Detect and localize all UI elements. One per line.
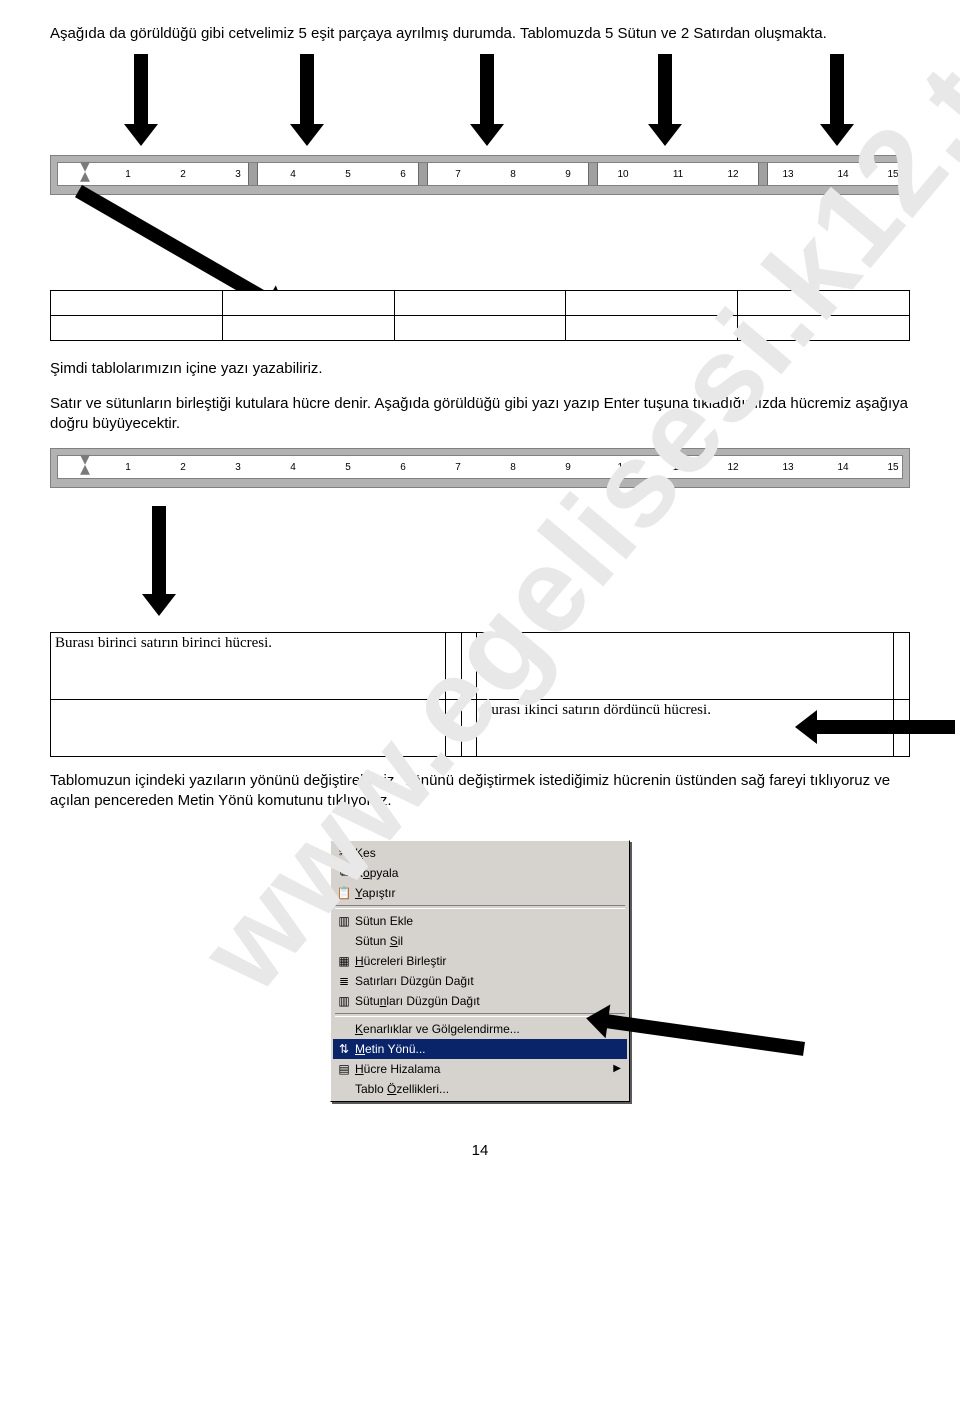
page-number: 14: [50, 1142, 910, 1159]
ruler-tick: 7: [453, 163, 463, 185]
ruler-tick: 2: [178, 163, 188, 185]
merge-cells-icon: ▦: [333, 954, 355, 968]
menu-item-insert-column[interactable]: ▥ Sütun Ekle: [333, 911, 627, 931]
ruler-tick: 9: [563, 456, 573, 478]
paragraph-2: Şimdi tablolarımızın içine yazı yazabili…: [50, 359, 910, 379]
submenu-arrow-icon: ▶: [613, 1063, 621, 1074]
copy-icon: ⧉: [333, 865, 355, 880]
arrow-left-icon: [605, 1014, 805, 1056]
ruler-tick: 3: [233, 456, 243, 478]
ruler-tick: 13: [783, 163, 793, 185]
menu-label: Satırları Düzgün Dağıt: [355, 974, 627, 988]
ruler-tick: 5: [343, 456, 353, 478]
paragraph-3: Satır ve sütunların birleştiği kutulara …: [50, 394, 910, 435]
indent-marker-icon: ▾▴: [80, 454, 90, 474]
menu-separator: [335, 1013, 625, 1017]
ruler-tick: 13: [783, 456, 793, 478]
indent-marker-icon: ▾▴: [80, 161, 90, 181]
column-divider-icon: [588, 163, 598, 185]
ruler-tick: 15: [888, 163, 898, 185]
menu-label: Sütun Ekle: [355, 914, 627, 928]
menu-item-table-properties[interactable]: Tablo Özellikleri... Tablo Özellikleri..…: [333, 1079, 627, 1099]
arrow-down-icon: [480, 54, 494, 126]
paste-icon: 📋: [333, 886, 355, 900]
scissors-icon: ✂: [333, 846, 355, 860]
distribute-columns-icon: ▥: [333, 994, 355, 1008]
ruler-tick: 2: [178, 456, 188, 478]
column-divider-icon: [418, 163, 428, 185]
arrow-down-icon: [134, 54, 148, 126]
menu-item-borders-shading[interactable]: Kenarlıklar ve Gölgelendirme... Kenarlık…: [333, 1019, 627, 1039]
menu-item-text-direction[interactable]: ⇅ Metin Yönü... Metin Yönü...: [333, 1039, 627, 1059]
column-divider-icon: [758, 163, 768, 185]
ruler-tick: 14: [838, 163, 848, 185]
empty-table-1: [50, 290, 910, 341]
ruler-tick: 12: [728, 163, 738, 185]
ruler-1: ▾▴ 1 2 3 4 5 6 7 8 9 10 11 12 13 14 15: [50, 155, 910, 195]
paragraph-4: Tablomuzun içindeki yazıların yönünü değ…: [50, 771, 910, 812]
arrow-down-icon: [152, 506, 166, 596]
ruler-tick: 9: [563, 163, 573, 185]
ruler-tick: 6: [398, 456, 408, 478]
ruler-tick: 12: [728, 456, 738, 478]
column-divider-icon: [248, 163, 258, 185]
menu-item-copy[interactable]: ⧉ Kopyala Kopyala: [333, 863, 627, 883]
text-direction-icon: ⇅: [333, 1042, 355, 1056]
ruler-tick: 10: [618, 163, 628, 185]
ruler-tick: 1: [123, 456, 133, 478]
menu-item-paste[interactable]: 📋 Yapıştır Yapıştır: [333, 883, 627, 903]
ruler-2: ▾▴ 1 2 3 4 5 6 7 8 9 10 11 12 13 14 15: [50, 448, 910, 488]
menu-item-delete-column[interactable]: Sütun Sil Sütun Sil: [333, 931, 627, 951]
insert-column-icon: ▥: [333, 914, 355, 928]
ruler-tick: 1: [123, 163, 133, 185]
ruler-tick: 4: [288, 456, 298, 478]
menu-item-distribute-columns[interactable]: ▥ Sütunları Düzgün Dağıt Sütunları Düzgü…: [333, 991, 627, 1011]
menu-separator: [335, 905, 625, 909]
cell-alignment-icon: ▤: [333, 1062, 355, 1076]
ruler-tick: 5: [343, 163, 353, 185]
ruler-tick: 8: [508, 163, 518, 185]
arrow-diagonal-icon: [75, 185, 273, 307]
menu-item-merge-cells[interactable]: ▦ Hücreleri Birleştir Hücreleri Birleşti…: [333, 951, 627, 971]
arrow-down-icon: [658, 54, 672, 126]
ruler-tick: 4: [288, 163, 298, 185]
ruler-tick: 8: [508, 456, 518, 478]
menu-item-cut[interactable]: ✂ KKeses: [333, 843, 627, 863]
paragraph-1: Aşağıda da görüldüğü gibi cetvelimiz 5 e…: [50, 24, 910, 44]
arrow-down-icon: [830, 54, 844, 126]
ruler-tick: 10: [618, 456, 628, 478]
ruler-tick: 7: [453, 456, 463, 478]
ruler-tick: 14: [838, 456, 848, 478]
ruler-tick: 11: [673, 456, 683, 478]
table-cell: Burası birinci satırın birinci hücresi.: [51, 633, 446, 700]
ruler-tick: 15: [888, 456, 898, 478]
menu-item-distribute-rows[interactable]: ≣ Satırları Düzgün Dağıt: [333, 971, 627, 991]
sample-table-2: Burası birinci satırın birinci hücresi. …: [50, 632, 910, 757]
ruler-tick: 3: [233, 163, 243, 185]
arrows-row-1: [50, 54, 910, 149]
menu-item-cell-alignment[interactable]: ▤ Hücre Hizalama ▶ Hücre Hizalama: [333, 1059, 627, 1079]
arrow-left-icon: [815, 720, 955, 734]
ruler-tick: 6: [398, 163, 408, 185]
distribute-rows-icon: ≣: [333, 974, 355, 988]
context-menu: ✂ KKeses ⧉ Kopyala Kopyala 📋 Yapıştır Ya…: [330, 840, 630, 1102]
arrow-down-icon: [300, 54, 314, 126]
ruler-tick: 11: [673, 163, 683, 185]
